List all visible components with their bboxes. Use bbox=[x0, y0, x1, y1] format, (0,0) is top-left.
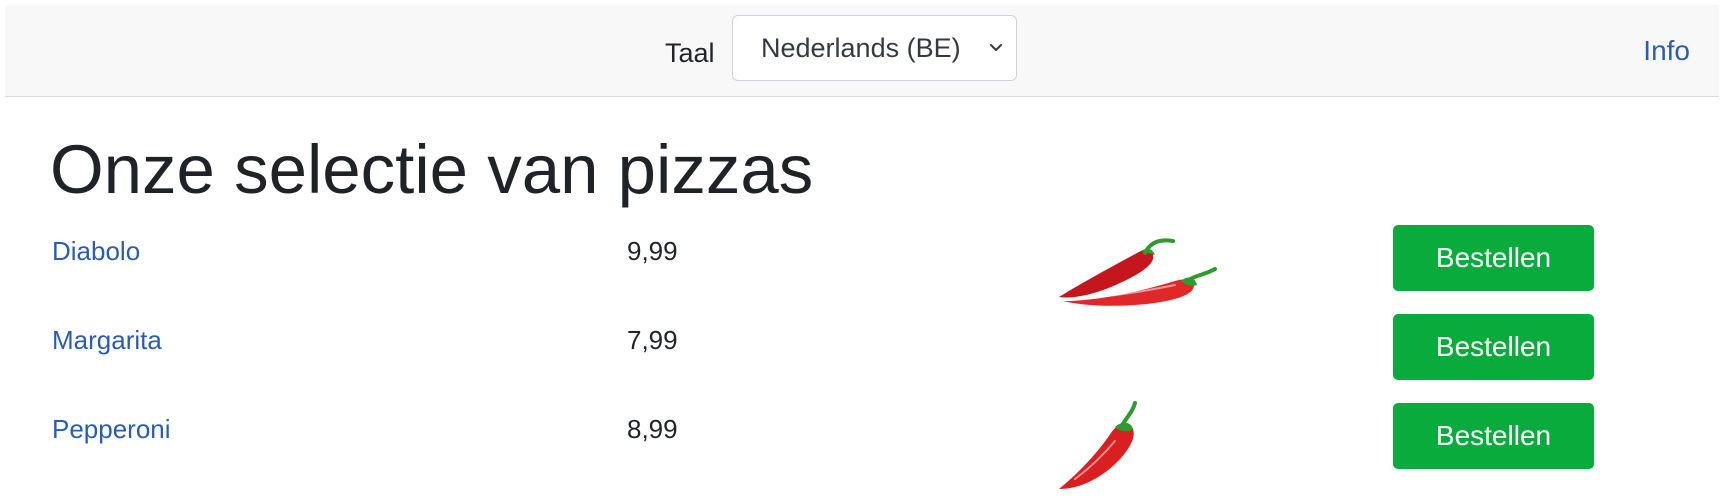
pizza-name-link[interactable]: Diabolo bbox=[52, 233, 140, 269]
pizza-page: Taal Nederlands (BE) Info Onze selectie … bbox=[0, 0, 1724, 497]
top-navbar: Taal Nederlands (BE) Info bbox=[5, 5, 1719, 97]
language-label: Taal bbox=[665, 38, 715, 68]
page-title: Onze selectie van pizzas bbox=[50, 131, 814, 208]
pizza-price: 8,99 bbox=[627, 414, 678, 444]
order-button[interactable]: Bestellen bbox=[1393, 225, 1594, 291]
chevron-down-icon bbox=[990, 44, 1002, 51]
pizza-row: Diabolo 9,99 Bestellen bbox=[0, 225, 1724, 311]
two-chili-peppers-icon bbox=[1059, 238, 1217, 306]
pizza-row: Pepperoni 8,99 Bestellen bbox=[0, 401, 1724, 489]
order-button[interactable]: Bestellen bbox=[1393, 314, 1594, 380]
pizza-name-link[interactable]: Pepperoni bbox=[52, 411, 171, 447]
pizza-price: 9,99 bbox=[627, 236, 678, 266]
info-link[interactable]: Info bbox=[1643, 31, 1690, 71]
order-button[interactable]: Bestellen bbox=[1393, 403, 1594, 469]
language-select-value: Nederlands (BE) bbox=[761, 33, 961, 63]
chili-pepper-icon bbox=[1059, 401, 1137, 489]
pizza-name-link[interactable]: Margarita bbox=[52, 322, 162, 358]
pizza-price: 7,99 bbox=[627, 325, 678, 355]
language-select[interactable]: Nederlands (BE) bbox=[732, 15, 1017, 81]
pizza-row: Margarita 7,99 Bestellen bbox=[0, 314, 1724, 400]
